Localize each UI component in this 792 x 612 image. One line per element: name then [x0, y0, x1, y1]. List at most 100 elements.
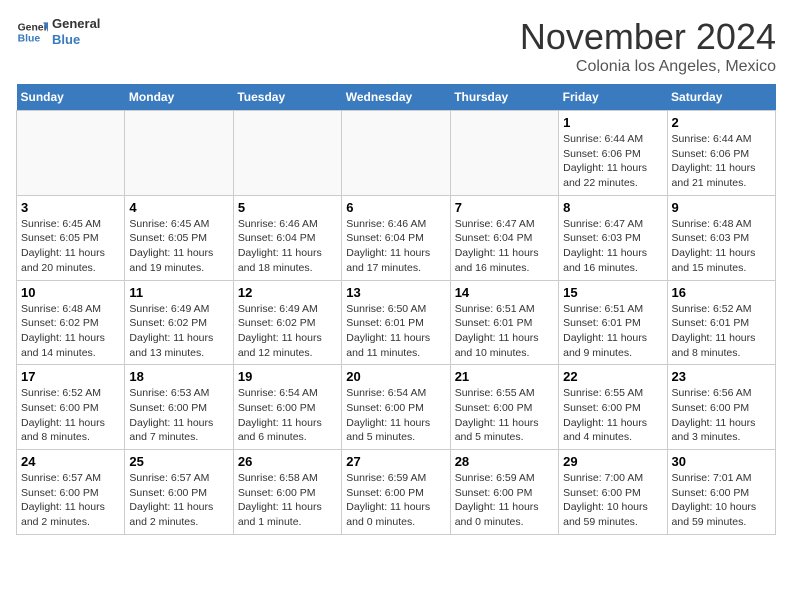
calendar-day: 22 Sunrise: 6:55 AMSunset: 6:00 PMDayligh…	[559, 365, 667, 450]
day-number: 15	[563, 285, 662, 300]
day-info: Sunrise: 6:58 AMSunset: 6:00 PMDaylight:…	[238, 471, 337, 530]
logo: General Blue General Blue	[16, 16, 100, 48]
calendar-day: 1 Sunrise: 6:44 AMSunset: 6:06 PMDaylight…	[559, 111, 667, 196]
logo-icon: General Blue	[16, 16, 48, 48]
day-number: 21	[455, 369, 554, 384]
day-number: 1	[563, 115, 662, 130]
calendar-day: 18 Sunrise: 6:53 AMSunset: 6:00 PMDayligh…	[125, 365, 233, 450]
title-section: November 2024 Colonia los Angeles, Mexic…	[520, 16, 776, 76]
calendar-day	[450, 111, 558, 196]
calendar-day: 6Sunrise: 6:46 AMSunset: 6:04 PMDaylight…	[342, 195, 450, 280]
day-number: 29	[563, 454, 662, 469]
location-subtitle: Colonia los Angeles, Mexico	[520, 58, 776, 76]
day-info: Sunrise: 6:56 AMSunset: 6:00 PMDaylight:…	[672, 386, 771, 445]
calendar-day: 5 Sunrise: 6:46 AMSunset: 6:04 PMDaylight…	[233, 195, 341, 280]
day-number: 14	[455, 285, 554, 300]
week-row: 17 Sunrise: 6:52 AMSunset: 6:00 PMDayligh…	[17, 365, 776, 450]
day-info: Sunrise: 6:52 AMSunset: 6:00 PMDaylight:…	[21, 386, 120, 445]
week-row: 1 Sunrise: 6:44 AMSunset: 6:06 PMDaylight…	[17, 111, 776, 196]
calendar-day: 23 Sunrise: 6:56 AMSunset: 6:00 PMDayligh…	[667, 365, 775, 450]
day-number: 24	[21, 454, 120, 469]
day-number: 4	[129, 200, 228, 215]
weekday-header: Monday	[125, 84, 233, 111]
calendar-day: 4Sunrise: 6:45 AMSunset: 6:05 PMDaylight…	[125, 195, 233, 280]
day-info: Sunrise: 6:49 AMSunset: 6:02 PMDaylight:…	[129, 302, 228, 361]
day-number: 7	[455, 200, 554, 215]
day-info: Sunrise: 6:59 AMSunset: 6:00 PMDaylight:…	[455, 471, 554, 530]
day-info: Sunrise: 6:44 AMSunset: 6:06 PMDaylight:…	[563, 132, 662, 191]
calendar-day: 3Sunrise: 6:45 AMSunset: 6:05 PMDaylight…	[17, 195, 125, 280]
day-number: 10	[21, 285, 120, 300]
svg-text:General: General	[18, 22, 48, 33]
day-number: 26	[238, 454, 337, 469]
calendar-day: 26 Sunrise: 6:58 AMSunset: 6:00 PMDayligh…	[233, 450, 341, 535]
day-number: 11	[129, 285, 228, 300]
svg-text:Blue: Blue	[18, 34, 41, 45]
weekday-header: Tuesday	[233, 84, 341, 111]
day-number: 25	[129, 454, 228, 469]
calendar-day: 16 Sunrise: 6:52 AMSunset: 6:01 PMDayligh…	[667, 280, 775, 365]
day-info: Sunrise: 6:46 AMSunset: 6:04 PMDaylight:…	[346, 217, 445, 276]
calendar-day: 28 Sunrise: 6:59 AMSunset: 6:00 PMDayligh…	[450, 450, 558, 535]
day-number: 23	[672, 369, 771, 384]
weekday-header: Wednesday	[342, 84, 450, 111]
calendar-day: 2 Sunrise: 6:44 AMSunset: 6:06 PMDaylight…	[667, 111, 775, 196]
day-info: Sunrise: 6:46 AMSunset: 6:04 PMDaylight:…	[238, 217, 337, 276]
day-info: Sunrise: 6:57 AMSunset: 6:00 PMDaylight:…	[21, 471, 120, 530]
day-number: 13	[346, 285, 445, 300]
calendar-day: 27 Sunrise: 6:59 AMSunset: 6:00 PMDayligh…	[342, 450, 450, 535]
day-number: 16	[672, 285, 771, 300]
day-info: Sunrise: 7:01 AMSunset: 6:00 PMDaylight:…	[672, 471, 771, 530]
calendar-day: 7Sunrise: 6:47 AMSunset: 6:04 PMDaylight…	[450, 195, 558, 280]
day-number: 12	[238, 285, 337, 300]
calendar-day	[342, 111, 450, 196]
day-number: 2	[672, 115, 771, 130]
day-info: Sunrise: 6:50 AMSunset: 6:01 PMDaylight:…	[346, 302, 445, 361]
weekday-header: Thursday	[450, 84, 558, 111]
day-info: Sunrise: 7:00 AMSunset: 6:00 PMDaylight:…	[563, 471, 662, 530]
week-row: 3Sunrise: 6:45 AMSunset: 6:05 PMDaylight…	[17, 195, 776, 280]
day-info: Sunrise: 6:49 AMSunset: 6:02 PMDaylight:…	[238, 302, 337, 361]
day-number: 28	[455, 454, 554, 469]
calendar-day: 10Sunrise: 6:48 AMSunset: 6:02 PMDayligh…	[17, 280, 125, 365]
calendar-day: 29 Sunrise: 7:00 AMSunset: 6:00 PMDayligh…	[559, 450, 667, 535]
day-info: Sunrise: 6:53 AMSunset: 6:00 PMDaylight:…	[129, 386, 228, 445]
day-number: 30	[672, 454, 771, 469]
day-info: Sunrise: 6:52 AMSunset: 6:01 PMDaylight:…	[672, 302, 771, 361]
page-header: General Blue General Blue November 2024 …	[16, 16, 776, 76]
calendar-day: 25Sunrise: 6:57 AMSunset: 6:00 PMDayligh…	[125, 450, 233, 535]
day-info: Sunrise: 6:55 AMSunset: 6:00 PMDaylight:…	[563, 386, 662, 445]
day-number: 8	[563, 200, 662, 215]
calendar-day	[17, 111, 125, 196]
day-info: Sunrise: 6:59 AMSunset: 6:00 PMDaylight:…	[346, 471, 445, 530]
day-info: Sunrise: 6:51 AMSunset: 6:01 PMDaylight:…	[455, 302, 554, 361]
day-number: 5	[238, 200, 337, 215]
calendar-day: 20 Sunrise: 6:54 AMSunset: 6:00 PMDayligh…	[342, 365, 450, 450]
logo-line2: Blue	[52, 32, 100, 48]
day-number: 17	[21, 369, 120, 384]
month-title: November 2024	[520, 16, 776, 58]
day-info: Sunrise: 6:54 AMSunset: 6:00 PMDaylight:…	[346, 386, 445, 445]
day-info: Sunrise: 6:48 AMSunset: 6:03 PMDaylight:…	[672, 217, 771, 276]
day-number: 18	[129, 369, 228, 384]
calendar-table: SundayMondayTuesdayWednesdayThursdayFrid…	[16, 84, 776, 535]
calendar-day	[125, 111, 233, 196]
week-row: 24 Sunrise: 6:57 AMSunset: 6:00 PMDayligh…	[17, 450, 776, 535]
day-number: 27	[346, 454, 445, 469]
logo-line1: General	[52, 16, 100, 32]
calendar-day: 15 Sunrise: 6:51 AMSunset: 6:01 PMDayligh…	[559, 280, 667, 365]
day-number: 22	[563, 369, 662, 384]
calendar-day: 24 Sunrise: 6:57 AMSunset: 6:00 PMDayligh…	[17, 450, 125, 535]
day-info: Sunrise: 6:45 AMSunset: 6:05 PMDaylight:…	[21, 217, 120, 276]
day-info: Sunrise: 6:44 AMSunset: 6:06 PMDaylight:…	[672, 132, 771, 191]
calendar-day: 21 Sunrise: 6:55 AMSunset: 6:00 PMDayligh…	[450, 365, 558, 450]
calendar-day	[233, 111, 341, 196]
calendar-day: 17 Sunrise: 6:52 AMSunset: 6:00 PMDayligh…	[17, 365, 125, 450]
day-number: 20	[346, 369, 445, 384]
weekday-header: Friday	[559, 84, 667, 111]
day-number: 9	[672, 200, 771, 215]
calendar-day: 13 Sunrise: 6:50 AMSunset: 6:01 PMDayligh…	[342, 280, 450, 365]
calendar-day: 11 Sunrise: 6:49 AMSunset: 6:02 PMDayligh…	[125, 280, 233, 365]
day-info: Sunrise: 6:55 AMSunset: 6:00 PMDaylight:…	[455, 386, 554, 445]
day-info: Sunrise: 6:51 AMSunset: 6:01 PMDaylight:…	[563, 302, 662, 361]
